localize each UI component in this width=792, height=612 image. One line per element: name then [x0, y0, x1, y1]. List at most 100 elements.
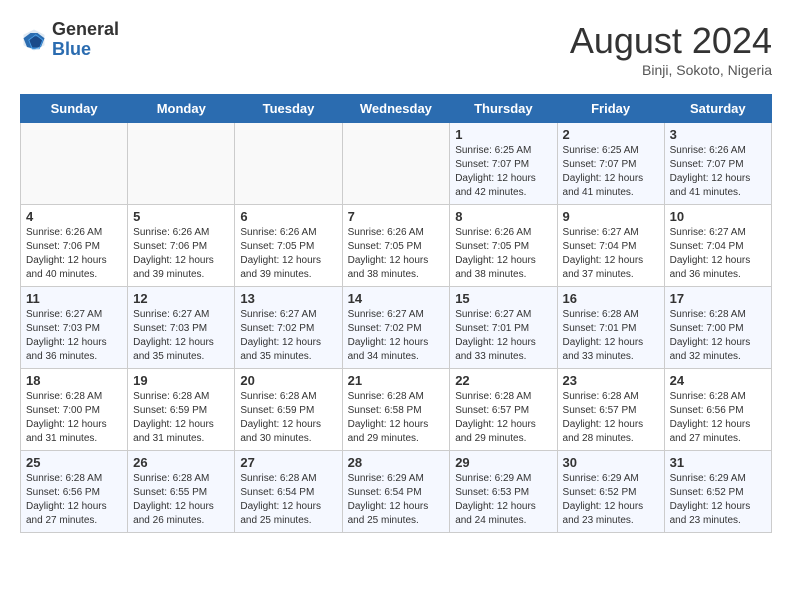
- page-header: General Blue August 2024 Binji, Sokoto, …: [20, 20, 772, 78]
- day-number: 24: [670, 373, 766, 388]
- day-info: Sunrise: 6:27 AM Sunset: 7:02 PM Dayligh…: [240, 308, 336, 364]
- day-info: Sunrise: 6:28 AM Sunset: 6:54 PM Dayligh…: [240, 472, 336, 528]
- month-year-title: August 2024: [570, 20, 772, 62]
- day-number: 12: [133, 291, 229, 306]
- day-info: Sunrise: 6:25 AM Sunset: 7:07 PM Dayligh…: [455, 144, 551, 200]
- day-number: 6: [240, 209, 336, 224]
- weekday-header-tuesday: Tuesday: [235, 95, 342, 123]
- calendar-cell: 6 Sunrise: 6:26 AM Sunset: 7:05 PM Daylig…: [235, 205, 342, 287]
- calendar-cell: 13 Sunrise: 6:27 AM Sunset: 7:02 PM Dayli…: [235, 287, 342, 369]
- day-number: 27: [240, 455, 336, 470]
- day-number: 26: [133, 455, 229, 470]
- day-info: Sunrise: 6:28 AM Sunset: 7:00 PM Dayligh…: [670, 308, 766, 364]
- day-info: Sunrise: 6:29 AM Sunset: 6:54 PM Dayligh…: [348, 472, 445, 528]
- day-info: Sunrise: 6:29 AM Sunset: 6:52 PM Dayligh…: [563, 472, 659, 528]
- day-number: 8: [455, 209, 551, 224]
- week-row-4: 18 Sunrise: 6:28 AM Sunset: 7:00 PM Dayli…: [21, 369, 772, 451]
- weekday-header-thursday: Thursday: [450, 95, 557, 123]
- day-number: 25: [26, 455, 122, 470]
- weekday-header-wednesday: Wednesday: [342, 95, 450, 123]
- day-info: Sunrise: 6:27 AM Sunset: 7:02 PM Dayligh…: [348, 308, 445, 364]
- calendar-cell: 1 Sunrise: 6:25 AM Sunset: 7:07 PM Daylig…: [450, 123, 557, 205]
- calendar-cell: 21 Sunrise: 6:28 AM Sunset: 6:58 PM Dayli…: [342, 369, 450, 451]
- week-row-5: 25Sunrise: 6:28 AM Sunset: 6:56 PM Dayli…: [21, 451, 772, 533]
- day-info: Sunrise: 6:27 AM Sunset: 7:03 PM Dayligh…: [26, 308, 122, 364]
- day-number: 23: [563, 373, 659, 388]
- day-info: Sunrise: 6:26 AM Sunset: 7:07 PM Dayligh…: [670, 144, 766, 200]
- calendar-cell: [128, 123, 235, 205]
- day-number: 14: [348, 291, 445, 306]
- weekday-header-sunday: Sunday: [21, 95, 128, 123]
- day-number: 30: [563, 455, 659, 470]
- day-info: Sunrise: 6:28 AM Sunset: 7:00 PM Dayligh…: [26, 390, 122, 446]
- day-info: Sunrise: 6:25 AM Sunset: 7:07 PM Dayligh…: [563, 144, 659, 200]
- generalblue-logo-icon: [20, 26, 48, 54]
- calendar-cell: 27 Sunrise: 6:28 AM Sunset: 6:54 PM Dayli…: [235, 451, 342, 533]
- day-number: 21: [348, 373, 445, 388]
- day-number: 31: [670, 455, 766, 470]
- calendar-cell: [342, 123, 450, 205]
- day-info: Sunrise: 6:29 AM Sunset: 6:53 PM Dayligh…: [455, 472, 551, 528]
- day-number: 4: [26, 209, 122, 224]
- calendar-cell: 12Sunrise: 6:27 AM Sunset: 7:03 PM Dayli…: [128, 287, 235, 369]
- day-number: 15: [455, 291, 551, 306]
- weekday-header-friday: Friday: [557, 95, 664, 123]
- calendar-cell: 17 Sunrise: 6:28 AM Sunset: 7:00 PM Dayli…: [664, 287, 771, 369]
- calendar-cell: 16Sunrise: 6:28 AM Sunset: 7:01 PM Dayli…: [557, 287, 664, 369]
- day-info: Sunrise: 6:28 AM Sunset: 6:56 PM Dayligh…: [670, 390, 766, 446]
- calendar-cell: 28 Sunrise: 6:29 AM Sunset: 6:54 PM Dayli…: [342, 451, 450, 533]
- day-info: Sunrise: 6:26 AM Sunset: 7:06 PM Dayligh…: [133, 226, 229, 282]
- week-row-3: 11 Sunrise: 6:27 AM Sunset: 7:03 PM Dayli…: [21, 287, 772, 369]
- day-number: 9: [563, 209, 659, 224]
- title-block: August 2024 Binji, Sokoto, Nigeria: [570, 20, 772, 78]
- day-info: Sunrise: 6:28 AM Sunset: 6:57 PM Dayligh…: [455, 390, 551, 446]
- day-info: Sunrise: 6:26 AM Sunset: 7:06 PM Dayligh…: [26, 226, 122, 282]
- day-info: Sunrise: 6:27 AM Sunset: 7:01 PM Dayligh…: [455, 308, 551, 364]
- calendar-cell: 22 Sunrise: 6:28 AM Sunset: 6:57 PM Dayli…: [450, 369, 557, 451]
- day-number: 18: [26, 373, 122, 388]
- day-info: Sunrise: 6:29 AM Sunset: 6:52 PM Dayligh…: [670, 472, 766, 528]
- calendar-cell: 8 Sunrise: 6:26 AM Sunset: 7:05 PM Daylig…: [450, 205, 557, 287]
- calendar-cell: 14 Sunrise: 6:27 AM Sunset: 7:02 PM Dayli…: [342, 287, 450, 369]
- day-number: 7: [348, 209, 445, 224]
- day-number: 13: [240, 291, 336, 306]
- calendar-cell: 10Sunrise: 6:27 AM Sunset: 7:04 PM Dayli…: [664, 205, 771, 287]
- calendar-cell: 3 Sunrise: 6:26 AM Sunset: 7:07 PM Daylig…: [664, 123, 771, 205]
- day-number: 22: [455, 373, 551, 388]
- day-number: 11: [26, 291, 122, 306]
- calendar-cell: 7 Sunrise: 6:26 AM Sunset: 7:05 PM Daylig…: [342, 205, 450, 287]
- day-number: 1: [455, 127, 551, 142]
- day-info: Sunrise: 6:28 AM Sunset: 6:58 PM Dayligh…: [348, 390, 445, 446]
- location-subtitle: Binji, Sokoto, Nigeria: [570, 62, 772, 78]
- calendar-cell: 24 Sunrise: 6:28 AM Sunset: 6:56 PM Dayli…: [664, 369, 771, 451]
- day-number: 2: [563, 127, 659, 142]
- calendar-cell: 30 Sunrise: 6:29 AM Sunset: 6:52 PM Dayli…: [557, 451, 664, 533]
- day-info: Sunrise: 6:28 AM Sunset: 6:57 PM Dayligh…: [563, 390, 659, 446]
- calendar-cell: 9 Sunrise: 6:27 AM Sunset: 7:04 PM Daylig…: [557, 205, 664, 287]
- calendar-cell: 19Sunrise: 6:28 AM Sunset: 6:59 PM Dayli…: [128, 369, 235, 451]
- calendar-cell: 23 Sunrise: 6:28 AM Sunset: 6:57 PM Dayli…: [557, 369, 664, 451]
- day-number: 29: [455, 455, 551, 470]
- calendar-cell: 11 Sunrise: 6:27 AM Sunset: 7:03 PM Dayli…: [21, 287, 128, 369]
- day-info: Sunrise: 6:28 AM Sunset: 7:01 PM Dayligh…: [563, 308, 659, 364]
- weekday-header-monday: Monday: [128, 95, 235, 123]
- day-info: Sunrise: 6:28 AM Sunset: 6:59 PM Dayligh…: [240, 390, 336, 446]
- weekday-header-row: SundayMondayTuesdayWednesdayThursdayFrid…: [21, 95, 772, 123]
- day-number: 17: [670, 291, 766, 306]
- calendar-cell: [21, 123, 128, 205]
- week-row-1: 1 Sunrise: 6:25 AM Sunset: 7:07 PM Daylig…: [21, 123, 772, 205]
- day-number: 28: [348, 455, 445, 470]
- calendar-cell: 26Sunrise: 6:28 AM Sunset: 6:55 PM Dayli…: [128, 451, 235, 533]
- day-info: Sunrise: 6:26 AM Sunset: 7:05 PM Dayligh…: [348, 226, 445, 282]
- calendar-cell: 4 Sunrise: 6:26 AM Sunset: 7:06 PM Daylig…: [21, 205, 128, 287]
- day-number: 3: [670, 127, 766, 142]
- logo: General Blue: [20, 20, 119, 60]
- weekday-header-saturday: Saturday: [664, 95, 771, 123]
- day-info: Sunrise: 6:27 AM Sunset: 7:04 PM Dayligh…: [563, 226, 659, 282]
- calendar-cell: 29 Sunrise: 6:29 AM Sunset: 6:53 PM Dayli…: [450, 451, 557, 533]
- day-info: Sunrise: 6:26 AM Sunset: 7:05 PM Dayligh…: [240, 226, 336, 282]
- calendar-cell: 18 Sunrise: 6:28 AM Sunset: 7:00 PM Dayli…: [21, 369, 128, 451]
- logo-text: General Blue: [52, 20, 119, 60]
- day-info: Sunrise: 6:27 AM Sunset: 7:04 PM Dayligh…: [670, 226, 766, 282]
- day-info: Sunrise: 6:26 AM Sunset: 7:05 PM Dayligh…: [455, 226, 551, 282]
